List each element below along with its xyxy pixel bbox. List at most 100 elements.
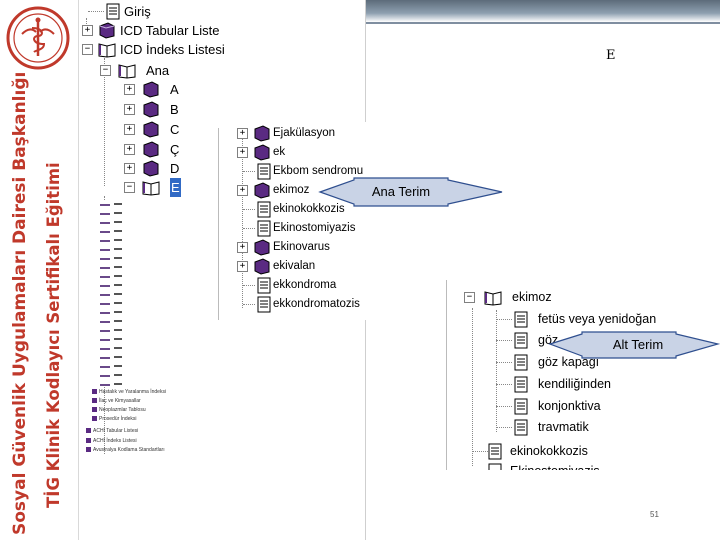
tree-item-label: Ana — [146, 63, 170, 78]
book-icon — [143, 101, 159, 118]
tree-item-label: D — [170, 161, 180, 176]
open-book-icon — [142, 181, 160, 196]
document-icon — [488, 443, 502, 460]
tree-item-label: Ekinostomiyazis — [510, 462, 600, 470]
tiny-tree-item[interactable]: İlaç ve Kimyasallar — [92, 397, 141, 405]
tree-item-label: ICD İndeks Listesi — [120, 42, 225, 57]
subterm-label: fetüs veya yenidoğan — [538, 312, 657, 326]
document-icon — [514, 354, 528, 371]
book-icon — [143, 141, 159, 158]
document-icon — [257, 277, 271, 294]
collapsed-letter-rows — [100, 200, 110, 386]
tiny-tree-item[interactable]: Prosedür İndeksi — [92, 415, 137, 423]
expand-plus-icon[interactable]: + — [124, 124, 135, 135]
expand-plus-icon[interactable]: + — [124, 163, 135, 174]
document-icon — [514, 376, 528, 393]
collapse-minus-icon[interactable]: − — [124, 182, 135, 193]
alt-terim-label: Alt Terim — [613, 337, 663, 352]
expand-plus-icon[interactable]: + — [237, 128, 248, 139]
collapse-minus-icon[interactable]: − — [100, 65, 111, 76]
book-icon — [143, 81, 159, 98]
tree-connector — [496, 362, 512, 363]
expand-plus-icon[interactable]: + — [82, 25, 93, 36]
open-book-icon — [484, 291, 502, 306]
expand-plus-icon[interactable]: + — [237, 242, 248, 253]
tiny-tree-item[interactable]: Hastalık ve Yaralanma İndeksi — [92, 388, 166, 396]
document-icon — [514, 311, 528, 328]
tree-connector — [496, 319, 512, 320]
book-icon — [254, 258, 270, 275]
tiny-tree-item[interactable]: Neoplazmlar Tablosu — [92, 406, 146, 414]
panel-edge — [218, 128, 219, 320]
document-icon — [488, 463, 502, 470]
banner-title-line2: TİG Klinik Kodlayıcı Sertifikalı Eğitimi — [44, 162, 63, 508]
tree-item-label: ekkondroma — [273, 279, 337, 291]
tree-item-label: ekkondromatozis — [273, 298, 360, 310]
book-icon — [99, 22, 115, 39]
tiny-tree-item[interactable]: Avustralya Kodlama Standartları — [86, 446, 165, 454]
subterm-label: kendiliğinden — [538, 377, 611, 391]
tree-connector — [496, 384, 512, 385]
side-banner: Sosyal Güvenlik Uygulamaları Dairesi Baş… — [0, 0, 79, 540]
collapse-minus-icon[interactable]: − — [464, 292, 475, 303]
tree-item-label: C — [170, 122, 180, 137]
collapse-minus-icon[interactable]: − — [82, 44, 93, 55]
page-number: 51 — [650, 510, 659, 519]
document-icon — [514, 398, 528, 415]
tree-guide — [242, 136, 243, 308]
book-icon — [254, 182, 270, 199]
expand-plus-icon[interactable]: + — [237, 147, 248, 158]
tree-connector — [496, 406, 512, 407]
tree-connector — [243, 209, 255, 210]
document-icon — [257, 163, 271, 180]
section-letter: E — [606, 48, 616, 63]
panel-edge — [446, 280, 447, 470]
subterm-label: travmatik — [538, 420, 589, 434]
tiny-tree-item[interactable]: ACHI Tabular Listesi — [86, 427, 138, 435]
window-titlebar — [364, 0, 720, 22]
book-icon — [254, 239, 270, 256]
tree-item-label: ICD Tabular Liste — [120, 23, 220, 38]
book-icon — [254, 144, 270, 161]
expand-plus-icon[interactable]: + — [124, 144, 135, 155]
tree-guide — [496, 310, 497, 432]
tree-item-label: Giriş — [124, 4, 151, 19]
tree-connector — [243, 228, 255, 229]
tree-item-label: Ejakülasyon — [273, 127, 336, 139]
collapsed-letter-labels — [114, 200, 122, 386]
tree-guide — [472, 308, 473, 466]
zoom-tree-panel: + Ejakülasyon + ek Ekbom sendromu + ekim… — [218, 122, 370, 320]
tree-connector — [496, 427, 512, 428]
document-icon — [514, 419, 528, 436]
expand-plus-icon[interactable]: + — [237, 261, 248, 272]
document-icon — [106, 3, 120, 20]
ana-terim-callout: Ana Terim — [318, 177, 503, 207]
tree-item-label: Ç — [170, 142, 180, 157]
tiny-tree-item[interactable]: ACHI İndeks Listesi — [86, 437, 137, 445]
tree-guide — [104, 58, 105, 186]
book-icon — [143, 160, 159, 177]
tree-item-label: ekinokokkozis — [510, 444, 588, 458]
titlebar-border — [364, 22, 720, 24]
tree-connector — [496, 340, 512, 341]
document-icon — [257, 201, 271, 218]
alt-terim-callout: Alt Terim — [548, 331, 720, 359]
detail-tree-panel: − ekimoz fetüs veya yenidoğan göz göz ka… — [446, 280, 720, 470]
open-book-icon — [98, 43, 116, 58]
document-icon — [257, 296, 271, 313]
tree-item-label: ekimoz — [512, 290, 552, 304]
tree-item-label: ekivalan — [273, 260, 316, 272]
document-icon — [257, 220, 271, 237]
tree-item-label: Ekinostomiyazis — [273, 222, 356, 234]
book-icon — [143, 121, 159, 138]
expand-plus-icon[interactable]: + — [124, 84, 135, 95]
book-icon — [254, 125, 270, 142]
subterm-label: konjonktiva — [538, 399, 601, 413]
expand-plus-icon[interactable]: + — [124, 104, 135, 115]
tree-connector — [243, 285, 255, 286]
tree-item-label: ekimoz — [273, 184, 310, 196]
tree-item-ekinostomiyazis-partial[interactable]: Ekinostomiyazis — [472, 462, 720, 470]
expand-plus-icon[interactable]: + — [237, 185, 248, 196]
open-book-icon — [118, 64, 136, 79]
document-icon — [514, 332, 528, 349]
